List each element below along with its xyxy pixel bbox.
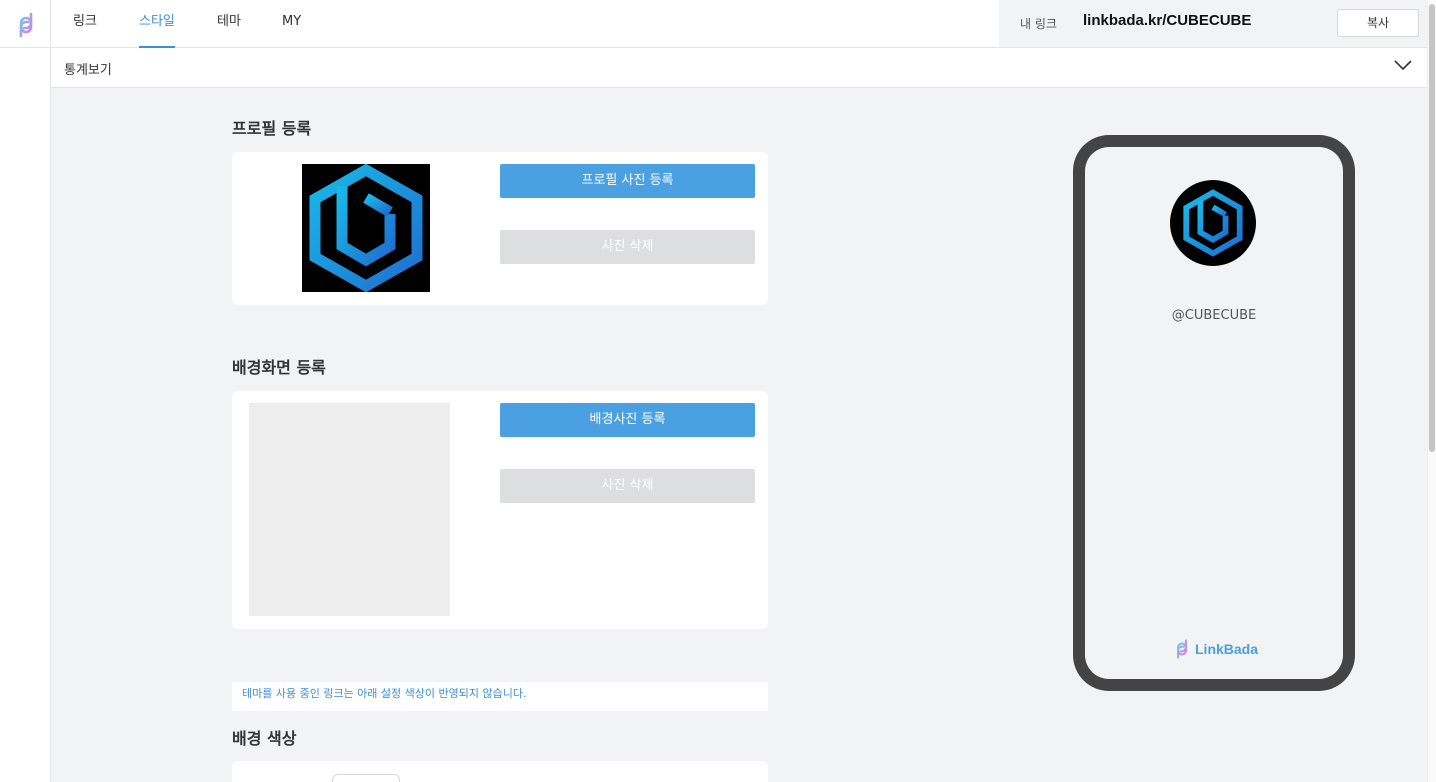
background-section-title: 배경화면 등록	[232, 358, 326, 377]
profile-section-title: 프로필 등록	[232, 119, 312, 138]
bg-color-picker[interactable]	[332, 774, 400, 782]
my-link-panel: 내 링크 linkbada.kr/CUBECUBE 복사	[999, 0, 1427, 47]
preview-avatar	[1170, 180, 1256, 266]
my-link-url[interactable]: linkbada.kr/CUBECUBE	[1083, 12, 1251, 29]
background-card: 배경사진 등록 사진 삭제	[232, 391, 768, 629]
page-scrollbar[interactable]	[1427, 0, 1436, 782]
background-image-placeholder	[249, 403, 450, 616]
linkbada-logo-icon	[1177, 639, 1187, 659]
phone-screen: @CUBECUBE LinkBada	[1085, 147, 1343, 679]
copy-button[interactable]: 복사	[1337, 9, 1419, 37]
profile-image	[302, 163, 430, 293]
stats-label: 통계보기	[64, 63, 112, 78]
preview-brand-text: LinkBada	[1195, 641, 1259, 657]
top-nav: 링크 스타일 테마 MY 내 링크 linkbada.kr/CUBECUBE 복…	[51, 0, 1427, 48]
linkbada-logo-icon[interactable]	[12, 11, 40, 39]
profile-card: 프로필 사진 등록 사진 삭제	[232, 152, 768, 305]
preview-handle: @CUBECUBE	[1171, 308, 1257, 323]
cube-logo-icon	[1183, 189, 1243, 257]
background-delete-button[interactable]: 사진 삭제	[500, 469, 755, 503]
my-link-label: 내 링크	[1020, 17, 1057, 31]
phone-preview: @CUBECUBE LinkBada	[1073, 135, 1355, 691]
chevron-down-icon	[1394, 60, 1412, 71]
tab-theme[interactable]: 테마	[217, 0, 241, 48]
tab-link[interactable]: 링크	[73, 0, 97, 48]
scrollbar-thumb[interactable]	[1429, 4, 1435, 452]
rail-divider	[0, 47, 50, 48]
tab-style[interactable]: 스타일	[139, 0, 175, 48]
tab-my[interactable]: MY	[282, 0, 301, 48]
profile-delete-button[interactable]: 사진 삭제	[500, 230, 755, 264]
theme-notice: 테마를 사용 중인 링크는 아래 설정 색상이 반영되지 않습니다.	[232, 682, 768, 711]
left-rail	[0, 0, 51, 782]
profile-upload-button[interactable]: 프로필 사진 등록	[500, 164, 755, 198]
main-content: 프로필 등록 프로필 사진 등록 사진 삭제 배경화면 등록 배경사진 등록 사…	[51, 88, 1427, 782]
background-upload-button[interactable]: 배경사진 등록	[500, 403, 755, 437]
cube-logo-icon	[309, 163, 423, 293]
bg-color-section-title: 배경 색상	[232, 729, 297, 748]
bg-color-card	[232, 761, 768, 782]
stats-toggle[interactable]: 통계보기	[51, 48, 1427, 88]
